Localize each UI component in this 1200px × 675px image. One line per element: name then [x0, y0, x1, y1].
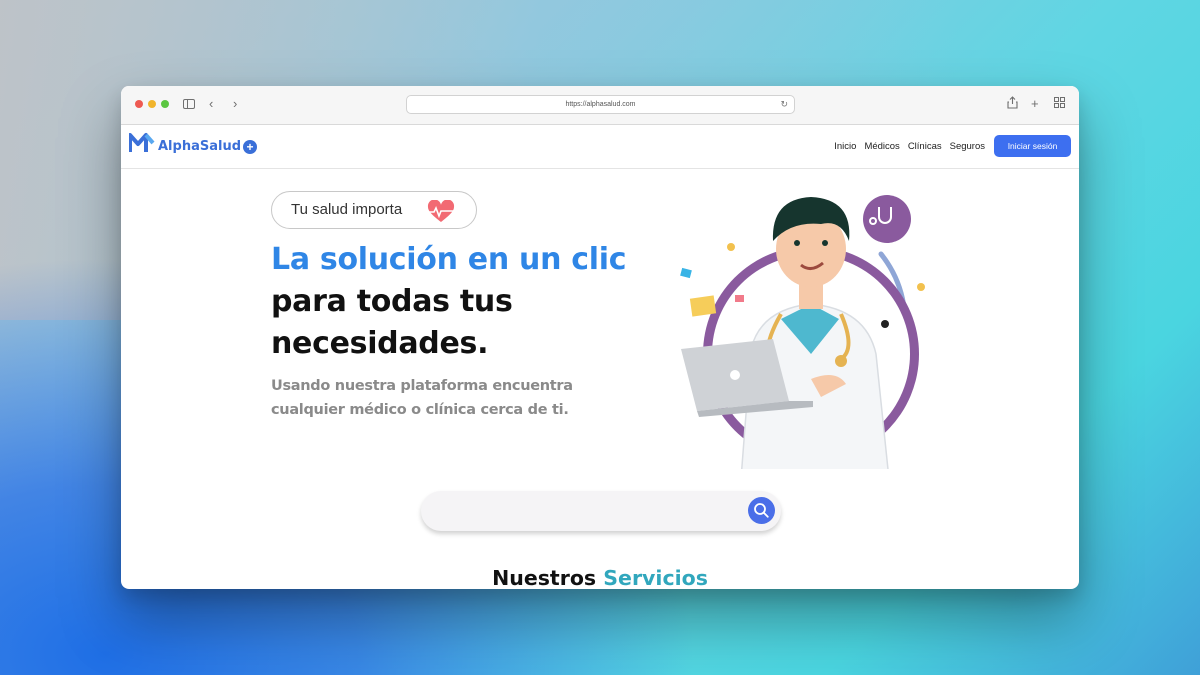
search-icon [754, 503, 769, 518]
reload-icon[interactable]: ↻ [780, 96, 788, 113]
nav-link-seguros[interactable]: Seguros [950, 141, 985, 152]
hero-section: Tu salud importa La solución en un clic … [121, 169, 1079, 589]
hero-headline: La solución en un clic para todas tus ne… [271, 239, 631, 365]
browser-window: ‹ › https://alphasalud.com ↻ + AlphaSalu… [121, 86, 1079, 589]
login-button[interactable]: Iniciar sesión [994, 135, 1071, 157]
services-heading: Nuestros Servicios [121, 566, 1079, 589]
tabs-grid-icon[interactable] [1054, 96, 1065, 112]
address-bar[interactable]: https://alphasalud.com ↻ [406, 95, 795, 114]
headline-accent: La solución en un clic [271, 242, 627, 277]
doctor-illustration [680, 195, 925, 469]
search-button[interactable] [748, 497, 775, 524]
services-title-main: Nuestros [492, 566, 597, 589]
logo-mark-icon [129, 132, 155, 152]
search-bar[interactable] [421, 491, 781, 531]
tagline-text: Tu salud importa [291, 201, 403, 218]
site-navbar: AlphaSalud + Inicio Médicos Clínicas Seg… [121, 125, 1079, 169]
hero-subtext: Usando nuestra plataforma encuentra cual… [271, 378, 573, 418]
nav-link-clinicas[interactable]: Clínicas [908, 141, 942, 152]
brand-name: AlphaSalud [158, 139, 242, 154]
nav-link-inicio[interactable]: Inicio [834, 141, 856, 152]
brand-logo[interactable]: AlphaSalud + [129, 131, 258, 154]
sidebar-icon[interactable] [183, 99, 195, 109]
heart-pulse-icon [426, 200, 456, 222]
headline-rest: para todas tus necesidades. [271, 284, 513, 361]
maximize-window-button[interactable] [161, 100, 169, 108]
nav-link-medicos[interactable]: Médicos [864, 141, 899, 152]
new-tab-icon[interactable]: + [1031, 96, 1039, 112]
share-icon[interactable] [1007, 96, 1018, 113]
plus-icon: + [243, 139, 258, 154]
back-icon[interactable]: ‹ [209, 96, 213, 112]
minimize-window-button[interactable] [148, 100, 156, 108]
forward-icon[interactable]: › [233, 96, 237, 112]
browser-toolbar: ‹ › https://alphasalud.com ↻ + [121, 86, 1079, 125]
tagline-pill: Tu salud importa [271, 191, 477, 229]
services-title-accent: Servicios [603, 566, 708, 589]
url-text: https://alphasalud.com [565, 101, 636, 108]
close-window-button[interactable] [135, 100, 143, 108]
nav-links: Inicio Médicos Clínicas Seguros [834, 141, 985, 152]
